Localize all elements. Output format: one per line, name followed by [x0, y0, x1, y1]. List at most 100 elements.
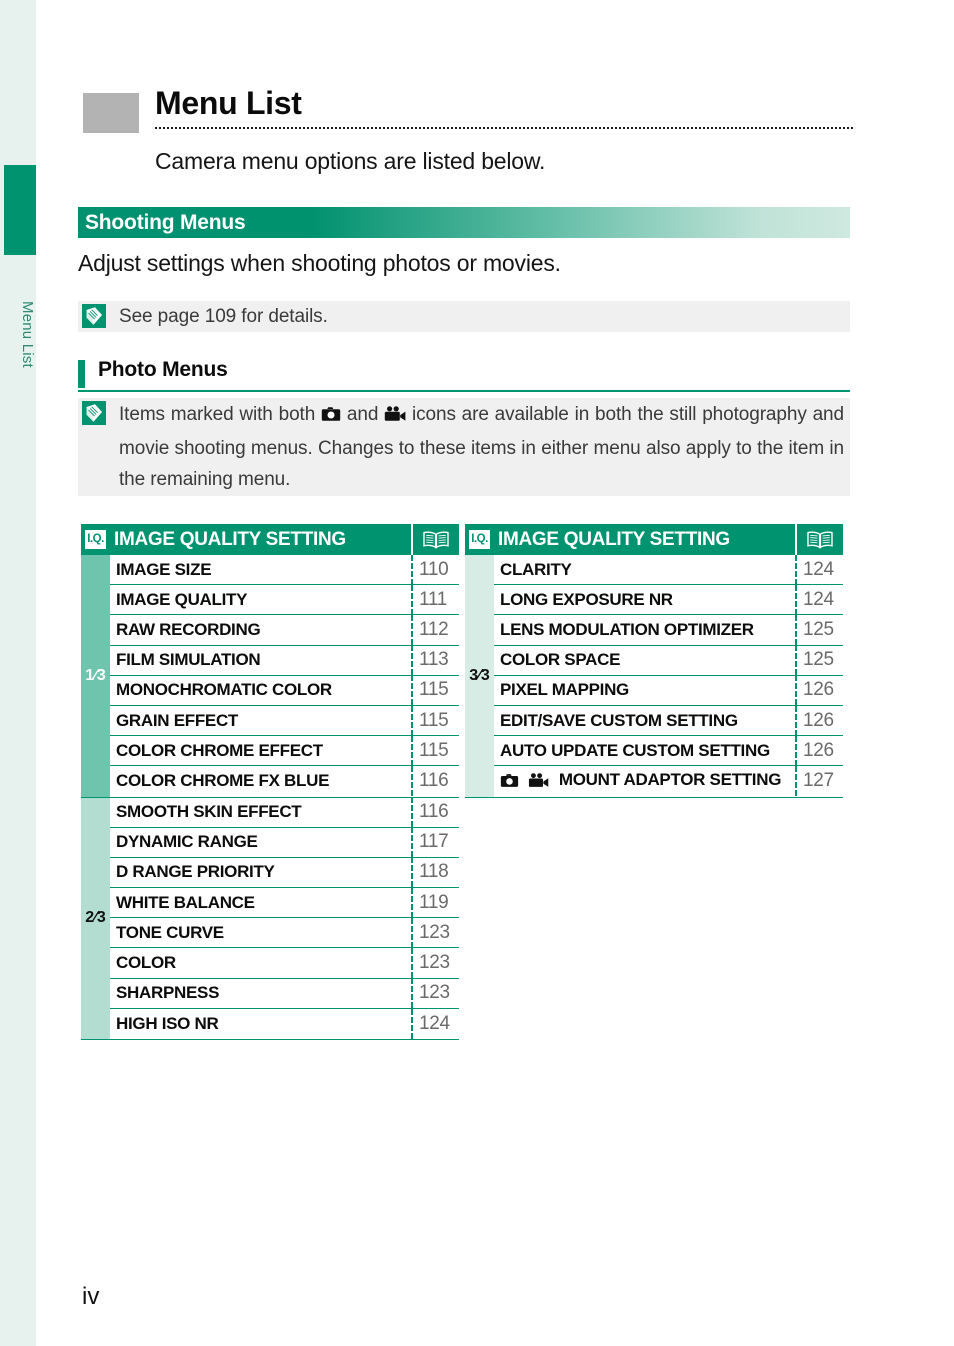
menu-item-label: COLOR SPACE — [500, 650, 621, 670]
iq-badge-icon: I.Q. — [469, 530, 490, 549]
table-row[interactable]: D RANGE PRIORITY 118 — [110, 857, 459, 889]
table-row[interactable]: SHARPNESS 123 — [110, 978, 459, 1009]
group-tab-label: 1⁄3 — [85, 666, 106, 684]
menu-item-page: 117 — [411, 827, 459, 858]
group-tab: 2⁄3 — [81, 797, 110, 1039]
table-row[interactable]: LENS MODULATION OPTIMIZER 125 — [494, 614, 843, 646]
table-row[interactable]: SMOOTH SKIN EFFECT 116 — [110, 797, 459, 828]
table-row[interactable]: WHITE BALANCE 119 — [110, 887, 459, 919]
menu-item-page: 115 — [411, 675, 459, 706]
section-band-shooting-menus: Shooting Menus — [78, 207, 850, 238]
table-row[interactable]: HIGH ISO NR 124 — [110, 1008, 459, 1039]
note-icon — [82, 401, 106, 425]
still-camera-icon — [321, 401, 341, 433]
table-row[interactable]: LONG EXPOSURE NR 124 — [494, 584, 843, 616]
menu-item-page: 110 — [411, 554, 459, 585]
menu-item-page: 123 — [411, 917, 459, 948]
menu-item-label: COLOR — [116, 953, 176, 973]
menu-item-page: 126 — [795, 675, 843, 706]
subsection-label: Photo Menus — [98, 358, 228, 381]
table-row[interactable]: CLARITY 124 — [494, 554, 843, 586]
subsection-accent-bar — [78, 360, 85, 388]
section-band-label: Shooting Menus — [85, 210, 246, 234]
table-row[interactable]: MOUNT ADAPTOR SETTING 127 — [494, 766, 843, 797]
note-icon — [82, 304, 106, 328]
menu-item-page: 126 — [795, 735, 843, 766]
menu-item-label: SHARPNESS — [116, 983, 220, 1003]
menu-item-label: IMAGE SIZE — [116, 559, 212, 579]
subsection-rule — [78, 390, 850, 392]
table-row[interactable]: FILM SIMULATION 113 — [110, 645, 459, 676]
book-icon — [795, 524, 843, 555]
menu-item-page: 119 — [411, 887, 459, 918]
note-text-mid: and — [346, 404, 379, 425]
menu-item-label: PIXEL MAPPING — [500, 680, 629, 700]
table-body: 1⁄3 IMAGE SIZE 110 IMAGE QUALITY 111 RAW… — [81, 554, 459, 1040]
menu-item-label: SMOOTH SKIN EFFECT — [116, 802, 302, 822]
table-row[interactable]: COLOR CHROME FX BLUE 116 — [110, 766, 459, 797]
menu-item-label: WHITE BALANCE — [116, 892, 255, 912]
menu-item-page: 116 — [411, 797, 459, 828]
iq-badge-label: I.Q. — [471, 532, 488, 545]
menu-item-label: CLARITY — [500, 559, 572, 579]
table-row[interactable]: GRAIN EFFECT 115 — [110, 705, 459, 737]
table-row[interactable]: RAW RECORDING 112 — [110, 614, 459, 646]
table-row[interactable]: MONOCHROMATIC COLOR 115 — [110, 675, 459, 706]
menu-item-label: COLOR CHROME EFFECT — [116, 740, 323, 760]
table-header: I.Q. IMAGE QUALITY SETTING — [81, 524, 459, 555]
menu-item-label: TONE CURVE — [116, 922, 224, 942]
menu-group: 2⁄3 SMOOTH SKIN EFFECT 116 DYNAMIC RANGE… — [81, 797, 459, 1040]
menu-item-label-with-icons: MOUNT ADAPTOR SETTING — [494, 770, 795, 793]
menu-item-page: 125 — [795, 614, 843, 645]
menu-group: 1⁄3 IMAGE SIZE 110 IMAGE QUALITY 111 RAW… — [81, 554, 459, 798]
page-title-row: Menu List — [83, 85, 853, 139]
group-tab: 1⁄3 — [81, 555, 110, 797]
menu-item-page: 126 — [795, 705, 843, 736]
movie-camera-icon — [384, 401, 406, 433]
menu-item-page: 127 — [795, 766, 843, 797]
book-icon — [411, 524, 459, 555]
menu-item-page: 123 — [411, 978, 459, 1009]
group-rows: CLARITY 124 LONG EXPOSURE NR 124 LENS MO… — [494, 554, 843, 797]
menu-item-label: COLOR CHROME FX BLUE — [116, 771, 330, 791]
group-tab: 3⁄3 — [465, 555, 494, 797]
menu-table-left: I.Q. IMAGE QUALITY SETTING 1⁄3 IMAGE SIZ… — [81, 524, 459, 1040]
page-number: iv — [82, 1283, 100, 1310]
table-row[interactable]: IMAGE QUALITY 111 — [110, 584, 459, 616]
table-row[interactable]: AUTO UPDATE CUSTOM SETTING 126 — [494, 735, 843, 767]
group-rows: IMAGE SIZE 110 IMAGE QUALITY 111 RAW REC… — [110, 554, 459, 797]
menu-item-page: 118 — [411, 857, 459, 888]
page-content: Menu List Camera menu options are listed… — [0, 0, 954, 1346]
movie-camera-icon — [528, 773, 549, 793]
still-camera-icon — [500, 773, 519, 793]
menu-item-label: LONG EXPOSURE NR — [500, 589, 673, 609]
menu-group: 3⁄3 CLARITY 124 LONG EXPOSURE NR 124 LEN… — [465, 554, 843, 798]
table-row[interactable]: TONE CURVE 123 — [110, 917, 459, 949]
table-header: I.Q. IMAGE QUALITY SETTING — [465, 524, 843, 555]
menu-item-label: HIGH ISO NR — [116, 1013, 219, 1033]
menu-item-label: DYNAMIC RANGE — [116, 832, 258, 852]
menu-item-page: 111 — [411, 584, 459, 615]
menu-item-label: MONOCHROMATIC COLOR — [116, 680, 332, 700]
menu-item-page: 124 — [795, 554, 843, 585]
menu-item-label: D RANGE PRIORITY — [116, 862, 275, 882]
menu-item-page: 116 — [411, 766, 459, 797]
table-row[interactable]: COLOR CHROME EFFECT 115 — [110, 735, 459, 767]
table-row[interactable]: COLOR SPACE 125 — [494, 645, 843, 676]
page-subtitle: Camera menu options are listed below. — [155, 148, 546, 174]
section-description: Adjust settings when shooting photos or … — [78, 250, 561, 276]
menu-item-label: FILM SIMULATION — [116, 650, 261, 670]
menu-item-page: 124 — [411, 1008, 459, 1039]
menu-table-right: I.Q. IMAGE QUALITY SETTING 3⁄3 CLARITY 1… — [465, 524, 843, 798]
table-row[interactable]: DYNAMIC RANGE 117 — [110, 827, 459, 858]
table-row[interactable]: IMAGE SIZE 110 — [110, 554, 459, 586]
table-row[interactable]: EDIT/SAVE CUSTOM SETTING 126 — [494, 705, 843, 737]
table-row[interactable]: PIXEL MAPPING 126 — [494, 675, 843, 706]
title-divider — [155, 127, 853, 129]
menu-item-label: GRAIN EFFECT — [116, 710, 239, 730]
group-tab-label: 3⁄3 — [469, 666, 490, 684]
menu-item-label: AUTO UPDATE CUSTOM SETTING — [500, 740, 770, 760]
table-body: 3⁄3 CLARITY 124 LONG EXPOSURE NR 124 LEN… — [465, 554, 843, 798]
table-header-title: IMAGE QUALITY SETTING — [114, 528, 346, 550]
table-row[interactable]: COLOR 123 — [110, 948, 459, 979]
